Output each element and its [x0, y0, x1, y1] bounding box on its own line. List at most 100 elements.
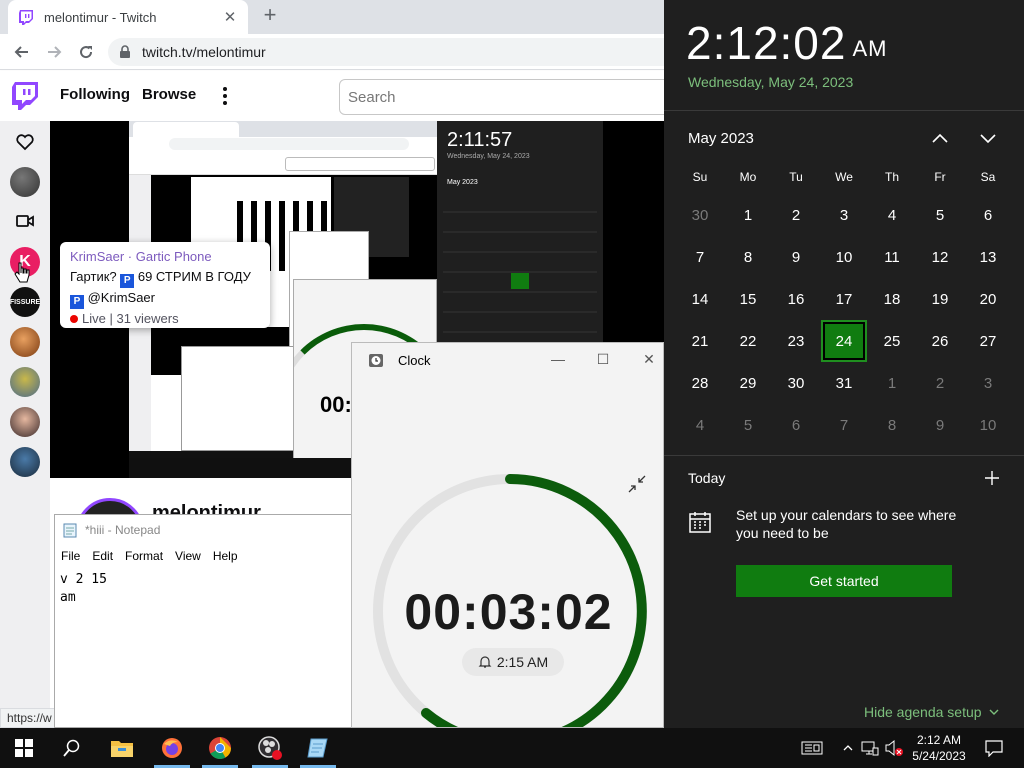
menu-view[interactable]: View [169, 549, 207, 563]
taskbar-chrome[interactable] [196, 728, 244, 768]
volume-muted-icon[interactable] [884, 738, 904, 758]
channel-avatar[interactable] [10, 367, 40, 397]
nav-browse[interactable]: Browse [142, 86, 196, 103]
address-bar[interactable]: twitch.tv/melontimur [108, 38, 664, 66]
calendar-day[interactable]: 10 [964, 404, 1012, 446]
taskbar-obs[interactable] [246, 728, 294, 768]
clock-window[interactable]: Clock — ☐ ✕ 00:03:02 2:15 AM [351, 342, 664, 728]
taskbar-notepad[interactable] [294, 728, 342, 768]
menu-format[interactable]: Format [119, 549, 169, 563]
calendar-day[interactable]: 21 [676, 320, 724, 362]
reload-icon[interactable] [74, 40, 98, 64]
tab-close-icon[interactable]: ✕ [222, 8, 238, 26]
channel-avatar-fissure[interactable]: FISSURE [10, 287, 40, 317]
calendar-day[interactable]: 19 [916, 278, 964, 320]
calendar-day[interactable]: 8 [868, 404, 916, 446]
heart-icon[interactable] [15, 132, 35, 152]
browser-tab[interactable]: melontimur - Twitch ✕ [8, 0, 248, 34]
calendar-day[interactable]: 6 [772, 404, 820, 446]
get-started-button[interactable]: Get started [736, 565, 952, 597]
calendar-day[interactable]: 8 [724, 236, 772, 278]
notifications-icon[interactable] [982, 738, 1006, 758]
calendar-day[interactable]: 26 [916, 320, 964, 362]
calendar-day[interactable]: 28 [676, 362, 724, 404]
menu-help[interactable]: Help [207, 549, 244, 563]
url-text: twitch.tv/melontimur [142, 44, 266, 60]
menu-edit[interactable]: Edit [86, 549, 119, 563]
calendar-day[interactable]: 14 [676, 278, 724, 320]
month-label[interactable]: May 2023 [688, 130, 754, 147]
nav-following[interactable]: Following [60, 86, 130, 103]
calendar-day[interactable]: 2 [772, 194, 820, 236]
calendar-day[interactable]: 9 [916, 404, 964, 446]
calendar-day[interactable]: 7 [820, 404, 868, 446]
weekday-label: Su [692, 170, 708, 184]
taskbar-firefox[interactable] [148, 728, 196, 768]
calendar-day-today[interactable]: 24 [821, 320, 867, 362]
search-button[interactable] [48, 728, 96, 768]
calendar-day[interactable]: 27 [964, 320, 1012, 362]
calendar-day[interactable]: 13 [964, 236, 1012, 278]
calendar-day[interactable]: 15 [724, 278, 772, 320]
hide-agenda-link[interactable]: Hide agenda setup [864, 704, 1000, 720]
taskbar-clock[interactable]: 2:12 AM 5/24/2023 [904, 732, 974, 764]
twitch-sidebar: K FISSURE [0, 121, 50, 728]
followed-channel-avatar[interactable] [10, 167, 40, 197]
show-hidden-icons-chevron-up-icon[interactable] [838, 738, 858, 758]
notepad-text-area[interactable]: v 2 15 am [55, 567, 353, 611]
calendar-day[interactable]: 17 [820, 278, 868, 320]
calendar-day[interactable]: 31 [820, 362, 868, 404]
notepad-titlebar[interactable]: *hiii - Notepad [55, 515, 353, 545]
flyout-date[interactable]: Wednesday, May 24, 2023 [688, 74, 853, 90]
channel-avatar[interactable] [10, 327, 40, 357]
back-icon[interactable] [10, 40, 34, 64]
twitch-logo-icon[interactable] [12, 82, 38, 110]
calendar-day[interactable]: 22 [724, 320, 772, 362]
calendar-day[interactable]: 6 [964, 194, 1012, 236]
start-button[interactable] [0, 728, 48, 768]
calendar-day[interactable]: 11 [868, 236, 916, 278]
calendar-day[interactable]: 5 [724, 404, 772, 446]
p-badge-icon: P [70, 295, 84, 309]
calendar-day[interactable]: 4 [868, 194, 916, 236]
calendar-day[interactable]: 7 [676, 236, 724, 278]
notepad-icon [63, 523, 77, 538]
taskbar: 2:12 AM 5/24/2023 [0, 728, 1024, 768]
calendar-day[interactable]: 3 [964, 362, 1012, 404]
video-camera-icon[interactable] [15, 211, 35, 231]
notepad-icon [307, 738, 328, 758]
windows-logo-icon [15, 739, 33, 757]
calendar-day[interactable]: 1 [868, 362, 916, 404]
calendar-day[interactable]: 2 [916, 362, 964, 404]
calendar-day[interactable]: 9 [772, 236, 820, 278]
network-icon[interactable] [860, 738, 880, 758]
calendar-day[interactable]: 10 [820, 236, 868, 278]
add-event-icon[interactable] [984, 470, 1000, 486]
calendar-day[interactable]: 30 [676, 194, 724, 236]
calendar-day[interactable]: 1 [724, 194, 772, 236]
chevron-up-icon[interactable] [930, 128, 950, 148]
taskbar-file-explorer[interactable] [98, 728, 146, 768]
twitch-search-input[interactable]: Search [339, 79, 664, 115]
calendar-grid: 30 1 2 3 4 5 6 7 8 9 10 11 12 13 14 15 16 17 18 19 20 21 22 23 2… [676, 194, 1012, 446]
calendar-day[interactable]: 12 [916, 236, 964, 278]
more-vertical-icon[interactable] [218, 85, 232, 107]
calendar-day[interactable]: 25 [868, 320, 916, 362]
channel-avatar[interactable] [10, 447, 40, 477]
calendar-day[interactable]: 20 [964, 278, 1012, 320]
action-center-news-icon[interactable] [800, 738, 824, 758]
channel-avatar[interactable] [10, 407, 40, 437]
calendar-day[interactable]: 18 [868, 278, 916, 320]
calendar-day[interactable]: 5 [916, 194, 964, 236]
forward-icon[interactable] [42, 40, 66, 64]
new-tab-icon[interactable]: + [258, 4, 282, 28]
notepad-window[interactable]: *hiii - Notepad File Edit Format View He… [54, 514, 354, 728]
chevron-down-icon[interactable] [978, 128, 998, 148]
calendar-day[interactable]: 30 [772, 362, 820, 404]
calendar-day[interactable]: 29 [724, 362, 772, 404]
menu-file[interactable]: File [55, 549, 86, 563]
calendar-day[interactable]: 16 [772, 278, 820, 320]
calendar-day[interactable]: 23 [772, 320, 820, 362]
calendar-day[interactable]: 4 [676, 404, 724, 446]
calendar-day[interactable]: 3 [820, 194, 868, 236]
